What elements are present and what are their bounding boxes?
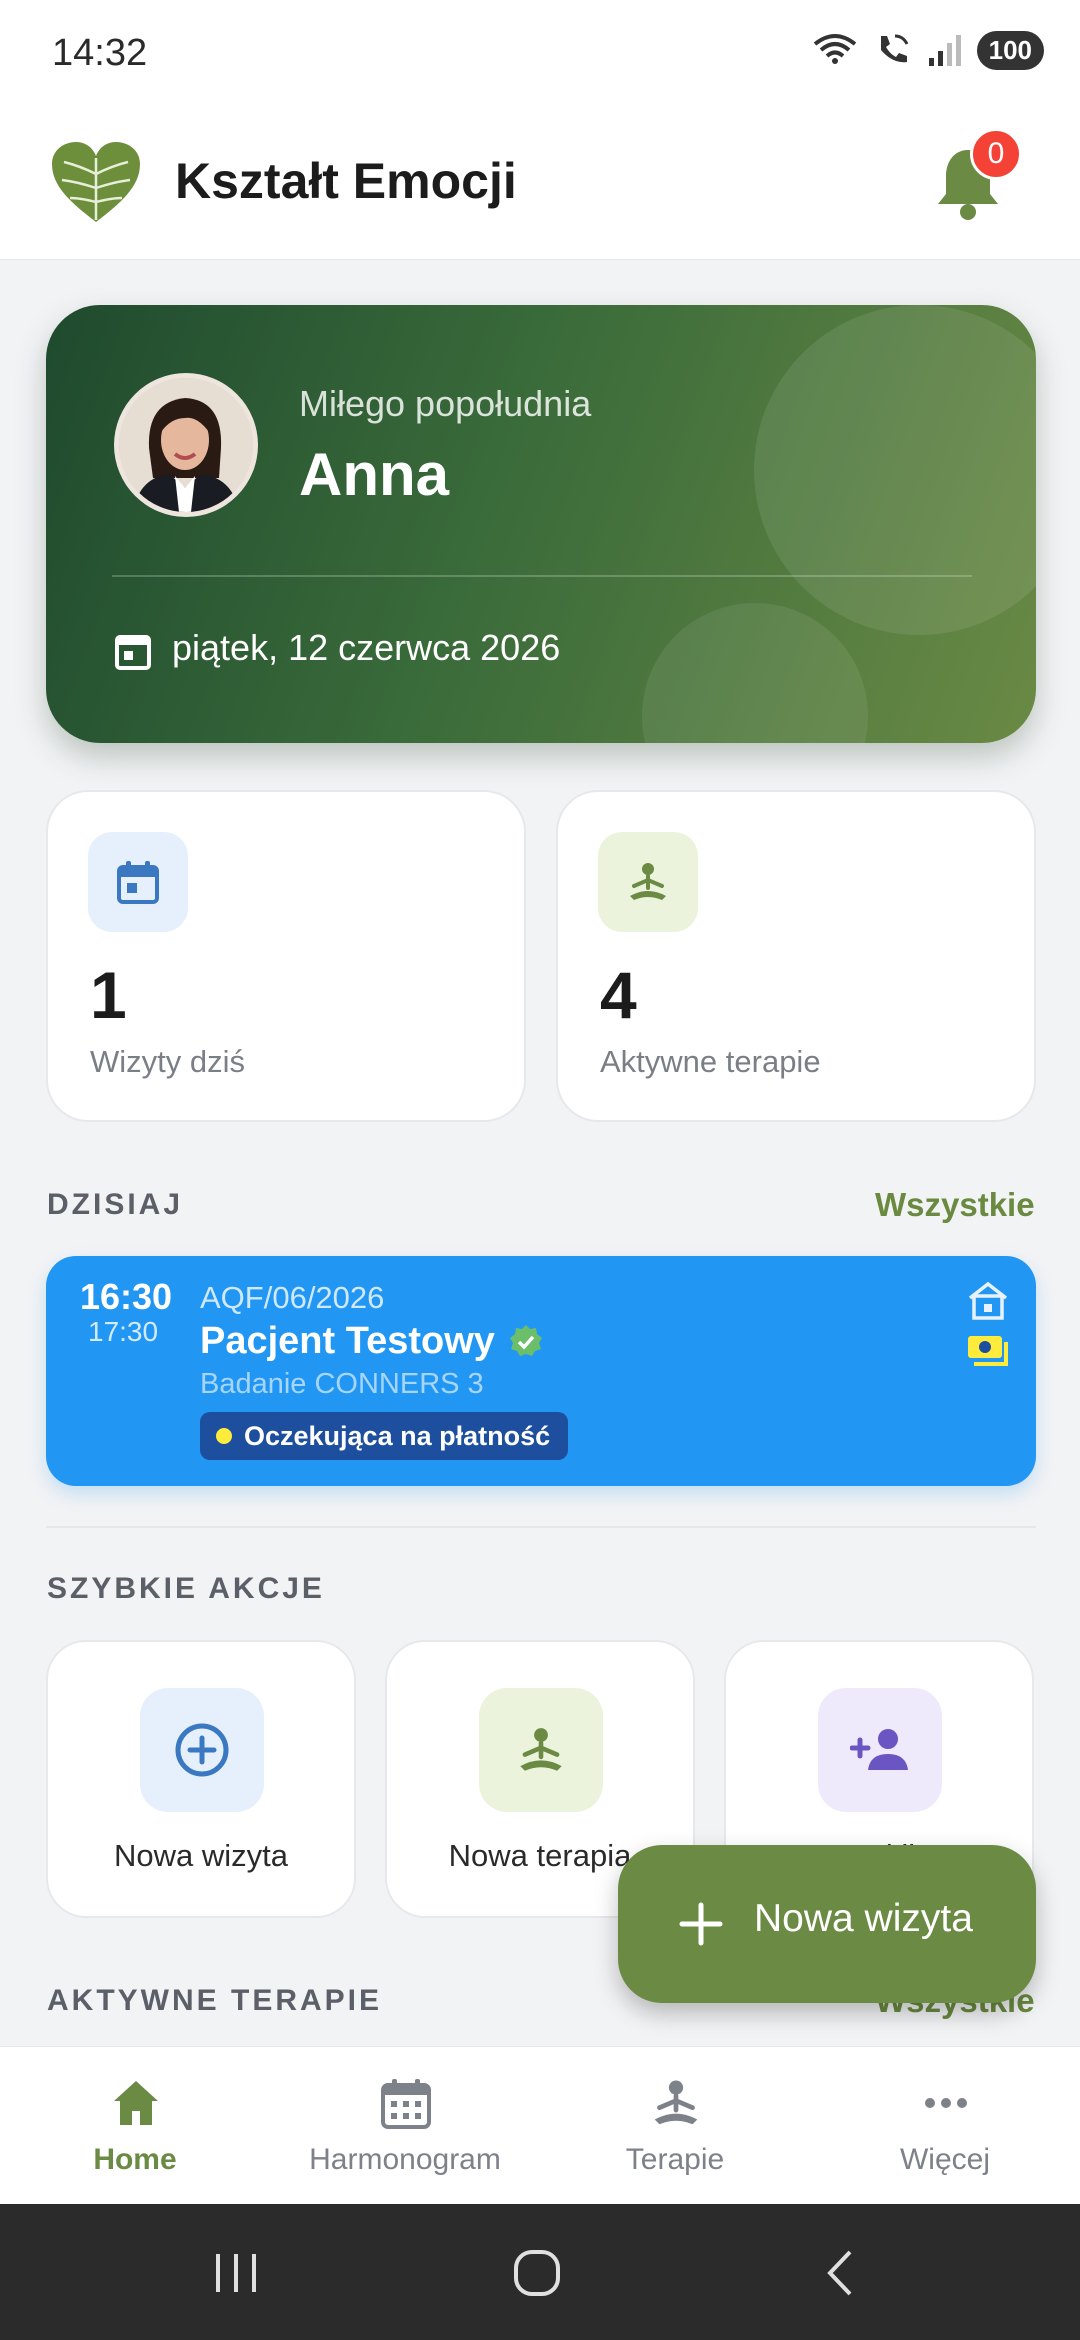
current-date: piątek, 12 czerwca 2026 — [172, 627, 561, 668]
meditation-icon — [520, 1728, 562, 1771]
add-person-icon — [850, 1729, 908, 1770]
user-name: Anna — [299, 441, 449, 508]
stat-card-visits-today[interactable]: 1 Wizyty dziś — [46, 790, 526, 1122]
divider — [112, 575, 972, 577]
appointment-start-time: 16:30 — [80, 1276, 173, 1317]
wifi-icon — [813, 34, 856, 64]
verified-icon — [509, 1324, 542, 1356]
patient-name: Pacjent Testowy — [200, 1320, 495, 1362]
in-office-icon — [968, 1281, 1008, 1320]
greeting-card: Miłego popołudnia Anna piątek, 12 czerwc… — [46, 305, 1036, 743]
battery-indicator: 100 — [976, 30, 1044, 70]
quick-action-icon-box — [479, 1688, 603, 1812]
stat-value: 1 — [90, 958, 127, 1032]
app-title: Kształt Emocji — [175, 153, 517, 209]
meditation-icon — [630, 863, 666, 900]
payment-status-badge: Oczekująca na płatność — [200, 1412, 569, 1460]
signal-icon — [928, 35, 961, 66]
stat-icon-box — [598, 832, 698, 932]
nav-item-harmonogram[interactable]: Harmonogram — [270, 2047, 540, 2205]
nav-label: Więcej — [899, 2143, 990, 2176]
quick-action-icon-box — [140, 1688, 264, 1812]
nav-label: Terapie — [625, 2143, 725, 2176]
section-title-quick-actions: SZYBKIE AKCJE — [47, 1572, 325, 1605]
app-header: Kształt Emocji 0 — [0, 110, 1080, 260]
nav-item-more[interactable]: Więcej — [810, 2047, 1080, 2205]
home-button-icon[interactable] — [512, 2248, 562, 2298]
nav-label: Home — [93, 2143, 177, 2176]
appointment-service: Badanie CONNERS 3 — [200, 1368, 484, 1400]
appointment-end-time: 17:30 — [88, 1316, 159, 1347]
nav-item-home[interactable]: Home — [0, 2047, 270, 2205]
system-navigation-bar — [0, 2204, 1080, 2340]
stat-label: Aktywne terapie — [600, 1044, 821, 1079]
notification-count-badge: 0 — [970, 128, 1022, 180]
bottom-navigation: Home Harmonogram Terapie Więcej — [0, 2046, 1080, 2204]
decorative-circle — [642, 603, 868, 743]
stat-card-active-therapies[interactable]: 4 Aktywne terapie — [556, 790, 1036, 1122]
wifi-call-icon — [880, 34, 908, 63]
calendar-icon — [381, 2079, 431, 2129]
plus-icon — [679, 1902, 723, 1946]
status-dot — [216, 1428, 232, 1444]
view-all-today-link[interactable]: Wszystkie — [875, 1186, 1035, 1224]
status-time: 14:32 — [52, 32, 148, 74]
stat-value: 4 — [600, 958, 637, 1032]
quick-action-new-visit[interactable]: Nowa wizyta — [46, 1640, 356, 1918]
new-visit-fab[interactable]: Nowa wizyta — [618, 1845, 1036, 2003]
plus-circle-icon — [175, 1723, 229, 1777]
quick-action-label: Nowa wizyta — [114, 1838, 288, 1873]
avatar[interactable] — [114, 373, 258, 517]
payment-cash-icon — [968, 1336, 1008, 1366]
section-title-active-therapies: AKTYWNE TERAPIE — [47, 1984, 383, 2017]
appointment-code: AQF/06/2026 — [200, 1280, 385, 1315]
avatar-portrait-icon — [119, 378, 253, 512]
appointment-card[interactable]: 16:30 17:30 AQF/06/2026 Pacjent Testowy … — [46, 1256, 1036, 1486]
more-icon — [925, 2098, 967, 2108]
stat-label: Wizyty dziś — [90, 1044, 245, 1079]
section-title-today: DZISIAJ — [47, 1188, 184, 1221]
nav-label: Harmonogram — [309, 2143, 501, 2176]
payment-status-text: Oczekująca na płatność — [244, 1420, 551, 1451]
appointment-patient: Pacjent Testowy — [200, 1320, 545, 1363]
recent-apps-icon[interactable] — [212, 2250, 262, 2296]
decorative-circle — [754, 305, 1036, 635]
fab-label: Nowa wizyta — [754, 1897, 973, 1940]
stat-icon-box — [88, 832, 188, 932]
nav-item-terapie[interactable]: Terapie — [540, 2047, 810, 2205]
status-icons: 100 — [811, 30, 1044, 70]
meditation-icon — [654, 2080, 698, 2125]
home-icon — [114, 2081, 158, 2125]
back-icon[interactable] — [820, 2248, 860, 2298]
heart-leaf-logo-icon — [52, 142, 140, 222]
greeting-text: Miłego popołudnia — [299, 383, 592, 424]
calendar-icon — [117, 861, 159, 904]
quick-action-icon-box — [818, 1688, 942, 1812]
status-bar: 14:32 100 — [0, 0, 1080, 110]
section-divider — [46, 1526, 1036, 1528]
calendar-icon — [115, 635, 151, 670]
